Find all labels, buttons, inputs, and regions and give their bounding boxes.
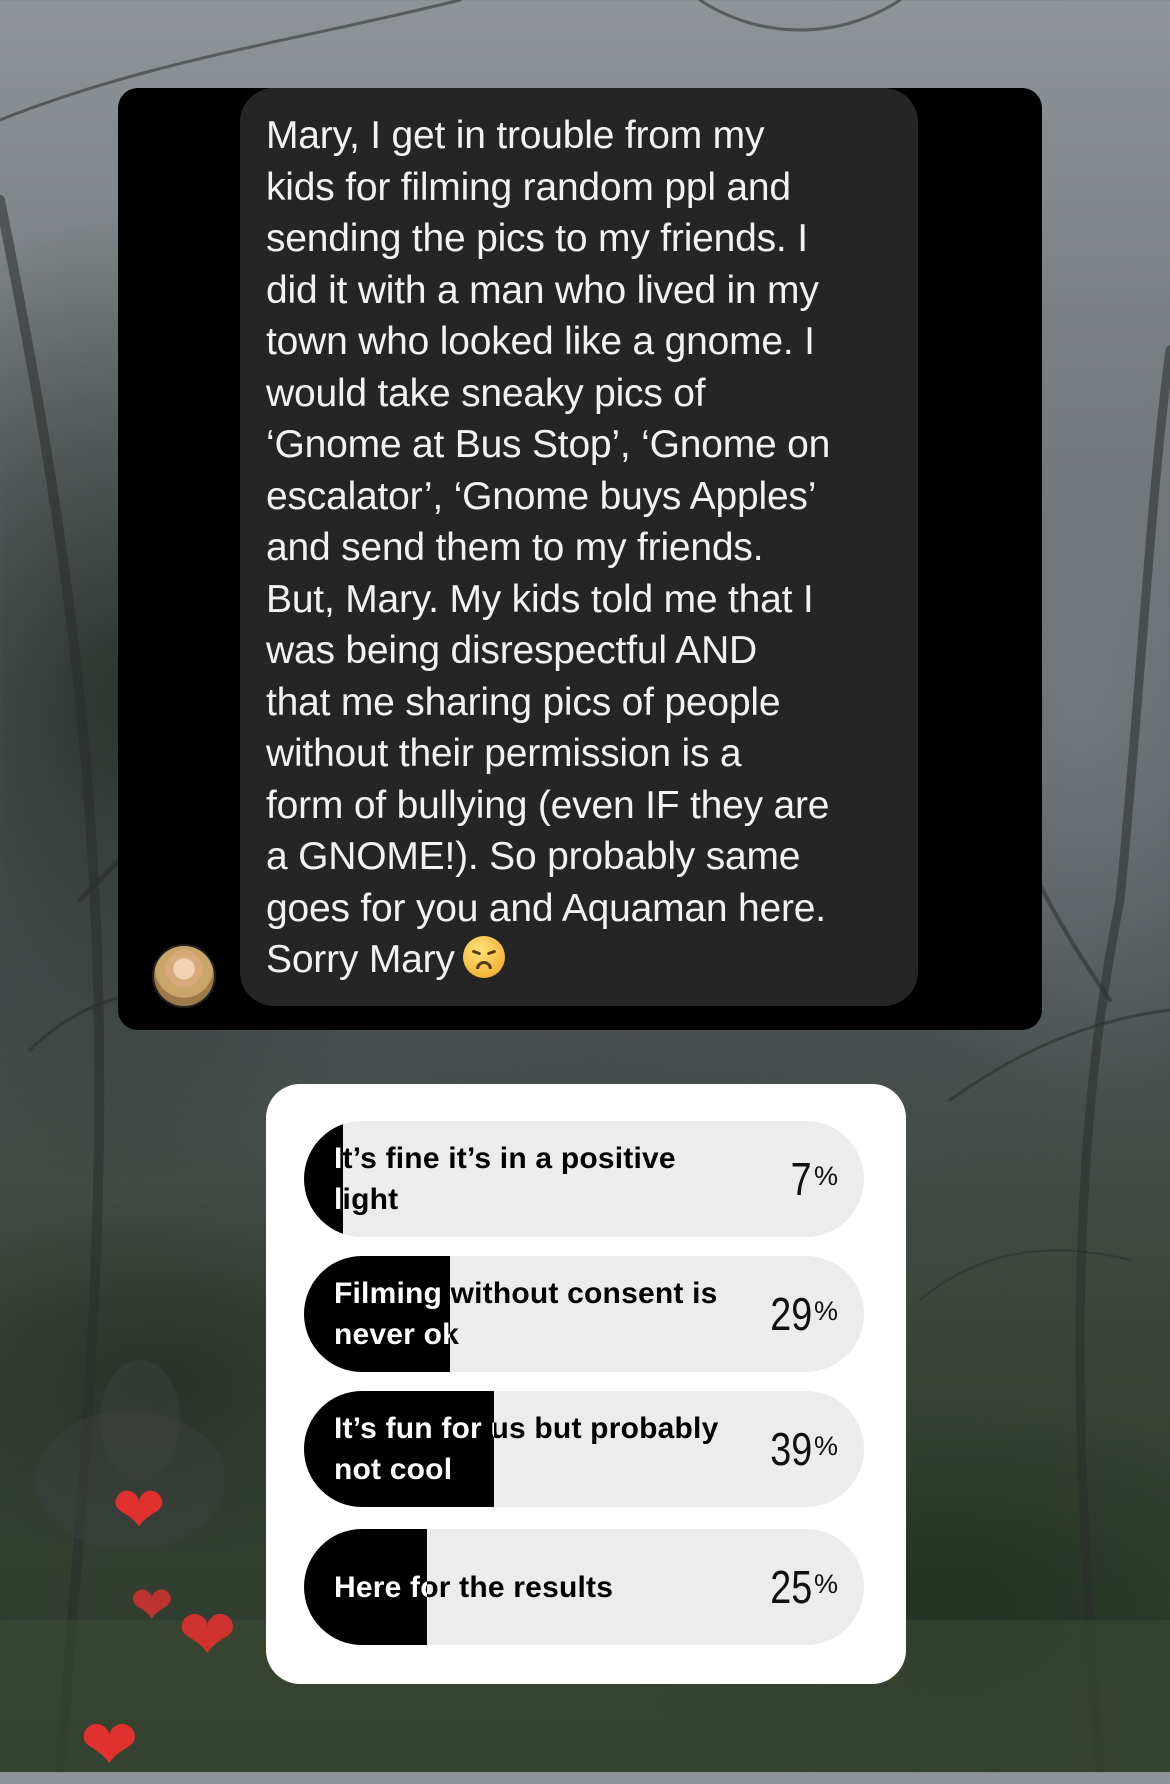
- poll-option-label-inverse: It’s fine it’s in a positive light: [334, 1142, 343, 1216]
- poll-option-percent-value: 25: [770, 1561, 812, 1613]
- poll-option-percent-value: 29: [770, 1288, 812, 1340]
- poll-option[interactable]: It’s fine it’s in a positive light It’s …: [304, 1121, 864, 1237]
- percent-sign: %: [813, 1568, 838, 1599]
- poll-option-percent: 39%: [761, 1391, 838, 1507]
- poll-option-label-inverse: It’s fun for us but probably not cool: [334, 1412, 494, 1486]
- percent-sign: %: [813, 1295, 838, 1326]
- poll-option-percent: 7%: [786, 1121, 838, 1237]
- poll-option[interactable]: It’s fun for us but probably not cool It…: [304, 1391, 864, 1507]
- avatar: [154, 946, 214, 1006]
- percent-sign: %: [813, 1160, 838, 1191]
- poll-option-percent: 29%: [761, 1256, 838, 1372]
- poll-option-label-clip: It’s fun for us but probably not cool: [304, 1391, 494, 1507]
- poll-option-label-clip: It’s fine it’s in a positive light: [304, 1121, 343, 1237]
- poll-option[interactable]: Here for the results Here for the result…: [304, 1529, 864, 1645]
- poll-option-percent-value: 39: [770, 1423, 812, 1475]
- percent-sign: %: [813, 1430, 838, 1461]
- disappointed-face-emoji-icon: [462, 936, 505, 978]
- heart-icon: ❤: [130, 1577, 174, 1635]
- heart-icon: ❤: [112, 1474, 166, 1546]
- poll-option-label: It’s fine it’s in a positive light: [334, 1142, 676, 1216]
- message-body: Mary, I get in trouble from my kids for …: [266, 114, 831, 981]
- poll-option-label-inverse: Filming without consent is never ok: [334, 1277, 450, 1351]
- heart-icon: ❤: [178, 1596, 237, 1674]
- heart-icon: ❤: [80, 1706, 139, 1784]
- message-bubble: Mary, I get in trouble from my kids for …: [240, 88, 918, 1006]
- poll-option-label-clip: Filming without consent is never ok: [304, 1256, 450, 1372]
- poll-option-percent: 25%: [761, 1529, 838, 1645]
- message-text: Mary, I get in trouble from my kids for …: [266, 110, 898, 986]
- poll-card: It’s fine it’s in a positive light It’s …: [266, 1084, 906, 1684]
- poll-option[interactable]: Filming without consent is never ok Film…: [304, 1256, 864, 1372]
- poll-option-label-clip: Here for the results: [304, 1529, 427, 1645]
- poll-option-label-inverse: Here for the results: [334, 1570, 427, 1604]
- poll-option-percent-value: 7: [790, 1153, 812, 1205]
